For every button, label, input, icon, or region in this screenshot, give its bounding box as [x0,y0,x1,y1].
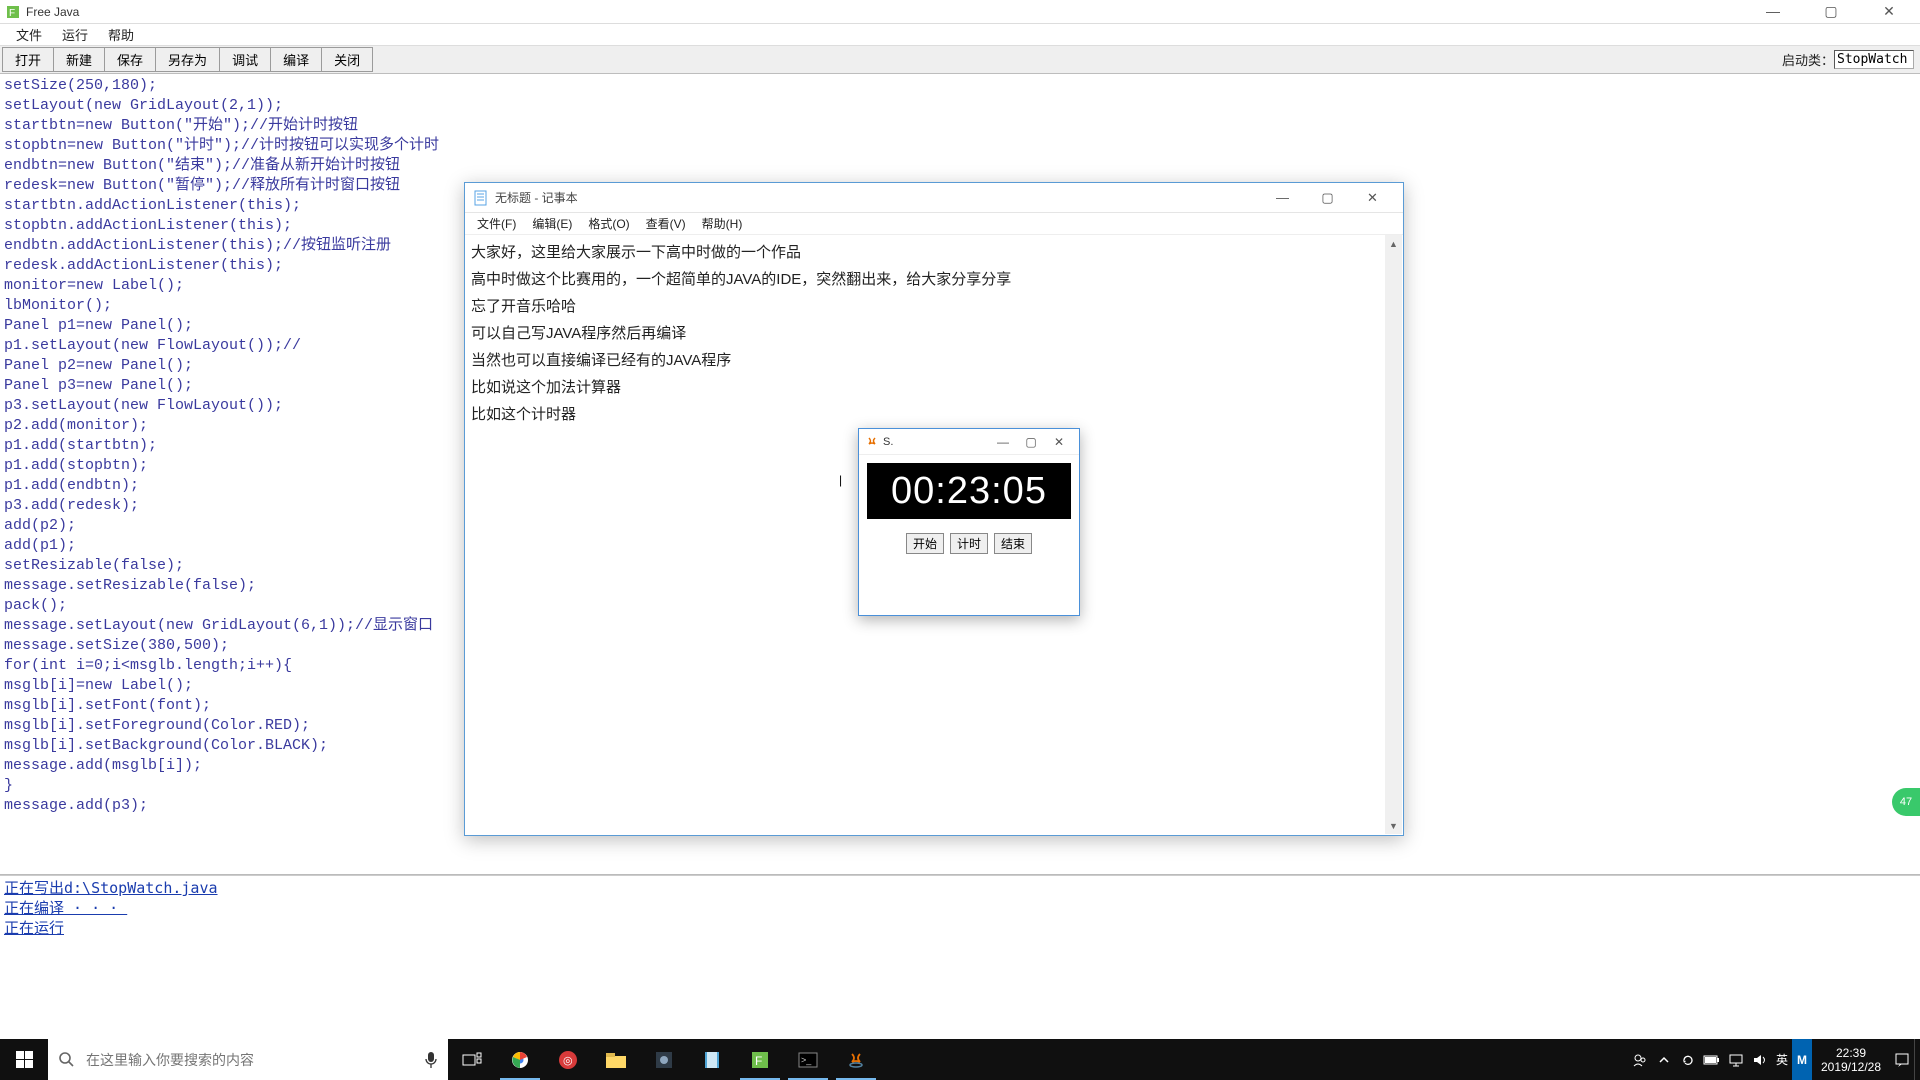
stopwatch-time-display: 00:23:05 [867,463,1071,519]
task-app-book[interactable] [688,1039,736,1080]
taskbar: ◎ F >_ 英 M 22:39 2019/12/28 [0,1039,1920,1080]
notepad-app-icon [473,190,489,206]
start-button[interactable] [0,1039,48,1080]
task-chrome[interactable] [496,1039,544,1080]
stopwatch-titlebar[interactable]: S. — ▢ ✕ [859,429,1079,455]
stopwatch-button-row: 开始 计时 结束 [859,533,1079,554]
stopwatch-title: S. [883,436,893,448]
tray-people-icon[interactable] [1628,1039,1652,1080]
svg-text:F: F [9,8,15,19]
freejava-toolbar: 打开 新建 保存 另存为 调试 编译 关闭 启动类： [0,46,1920,74]
freejava-minimize-button[interactable]: — [1756,3,1790,20]
launch-class-input[interactable] [1834,50,1914,69]
freejava-title: Free Java [26,5,79,19]
taskbar-search[interactable] [48,1039,448,1080]
stopwatch-window[interactable]: S. — ▢ ✕ 00:23:05 开始 计时 结束 [858,428,1080,616]
freejava-maximize-button[interactable]: ▢ [1814,3,1848,20]
taskview-button[interactable] [448,1039,496,1080]
taskbar-tasks: ◎ F >_ [448,1039,880,1080]
sw-end-button[interactable]: 结束 [994,533,1032,554]
microphone-icon[interactable] [424,1051,438,1069]
task-app-red[interactable]: ◎ [544,1039,592,1080]
tb-compile[interactable]: 编译 [271,47,322,72]
clock-time: 22:39 [1816,1046,1886,1060]
tb-new[interactable]: 新建 [54,47,105,72]
svg-text:◎: ◎ [563,1055,573,1067]
tray-sync-icon[interactable] [1676,1039,1700,1080]
stopwatch-minimize-button[interactable]: — [989,435,1017,449]
notepad-titlebar[interactable]: 无标题 - 记事本 — ▢ ✕ [465,183,1403,213]
menu-file[interactable]: 文件 [6,23,52,46]
launch-class-section: 启动类： [1782,50,1920,69]
task-explorer[interactable] [592,1039,640,1080]
task-java[interactable] [832,1039,880,1080]
ime-lang-indicator[interactable]: 英 [1772,1039,1792,1080]
tb-open[interactable]: 打开 [2,47,54,72]
action-center-icon[interactable] [1890,1039,1914,1080]
notepad-close-button[interactable]: ✕ [1350,184,1395,212]
sw-lap-button[interactable]: 计时 [950,533,988,554]
notepad-title: 无标题 - 记事本 [495,189,578,206]
search-input[interactable] [86,1052,424,1068]
notepad-scrollbar[interactable]: ▲ ▼ [1385,235,1402,834]
sw-start-button[interactable]: 开始 [906,533,944,554]
notepad-minimize-button[interactable]: — [1260,184,1305,212]
ime-mode-indicator[interactable]: M [1792,1039,1812,1080]
tb-saveas[interactable]: 另存为 [156,47,220,72]
tb-debug[interactable]: 调试 [220,47,271,72]
java-app-icon [865,435,879,449]
freejava-menubar: 文件 运行 帮助 [0,24,1920,46]
np-menu-view[interactable]: 查看(V) [638,213,694,234]
freejava-titlebar[interactable]: F Free Java — ▢ ✕ [0,0,1920,24]
menu-help[interactable]: 帮助 [98,23,144,46]
notepad-text-content: 大家好，这里给大家展示一下高中时做的一个作品 高中时做这个比赛用的，一个超简单的… [471,244,1011,423]
np-menu-help[interactable]: 帮助(H) [694,213,751,234]
system-tray: 英 M 22:39 2019/12/28 [1628,1039,1920,1080]
tray-clock[interactable]: 22:39 2019/12/28 [1812,1046,1890,1074]
notepad-maximize-button[interactable]: ▢ [1305,184,1350,212]
text-caret: | [839,473,842,487]
scroll-up-icon[interactable]: ▲ [1385,235,1402,252]
task-app-dark1[interactable] [640,1039,688,1080]
np-menu-format[interactable]: 格式(O) [580,213,637,234]
tb-save[interactable]: 保存 [105,47,156,72]
stopwatch-close-button[interactable]: ✕ [1045,435,1073,449]
freejava-close-button[interactable]: ✕ [1872,3,1906,20]
scroll-track[interactable] [1385,252,1402,817]
task-freejava[interactable]: F [736,1039,784,1080]
np-menu-edit[interactable]: 编辑(E) [524,213,580,234]
search-icon [58,1051,76,1069]
stopwatch-maximize-button[interactable]: ▢ [1017,435,1045,449]
svg-text:F: F [755,1054,762,1068]
tray-volume-icon[interactable] [1748,1039,1772,1080]
tray-network-icon[interactable] [1724,1039,1748,1080]
tray-battery-icon[interactable] [1700,1039,1724,1080]
tray-chevron-up-icon[interactable] [1652,1039,1676,1080]
freejava-app-icon: F [6,5,20,19]
task-cmd[interactable]: >_ [784,1039,832,1080]
tb-close[interactable]: 关闭 [322,47,373,72]
clock-date: 2019/12/28 [1816,1060,1886,1074]
show-desktop-button[interactable] [1914,1039,1920,1080]
floating-badge[interactable]: 47 [1892,788,1920,816]
svg-text:>_: >_ [801,1055,812,1065]
menu-run[interactable]: 运行 [52,23,98,46]
np-menu-file[interactable]: 文件(F) [469,213,524,234]
scroll-down-icon[interactable]: ▼ [1385,817,1402,834]
windows-logo-icon [16,1051,33,1068]
output-console[interactable]: 正在写出d:\StopWatch.java 正在编译 · · · 正在运行 [0,875,1920,1039]
notepad-menubar: 文件(F) 编辑(E) 格式(O) 查看(V) 帮助(H) [465,213,1403,235]
launch-label: 启动类： [1782,50,1834,69]
